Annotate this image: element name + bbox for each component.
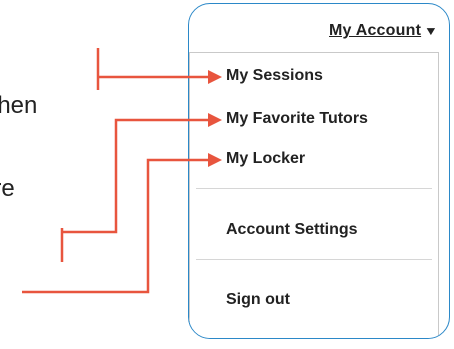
callout-arrows xyxy=(22,48,222,294)
arrow-to-favorite-tutors xyxy=(60,118,210,262)
arrowhead-my-sessions xyxy=(208,70,222,84)
arrowhead-favorite-tutors xyxy=(208,113,222,127)
arrowhead-my-locker xyxy=(208,153,222,167)
arrow-to-my-sessions xyxy=(96,48,210,90)
